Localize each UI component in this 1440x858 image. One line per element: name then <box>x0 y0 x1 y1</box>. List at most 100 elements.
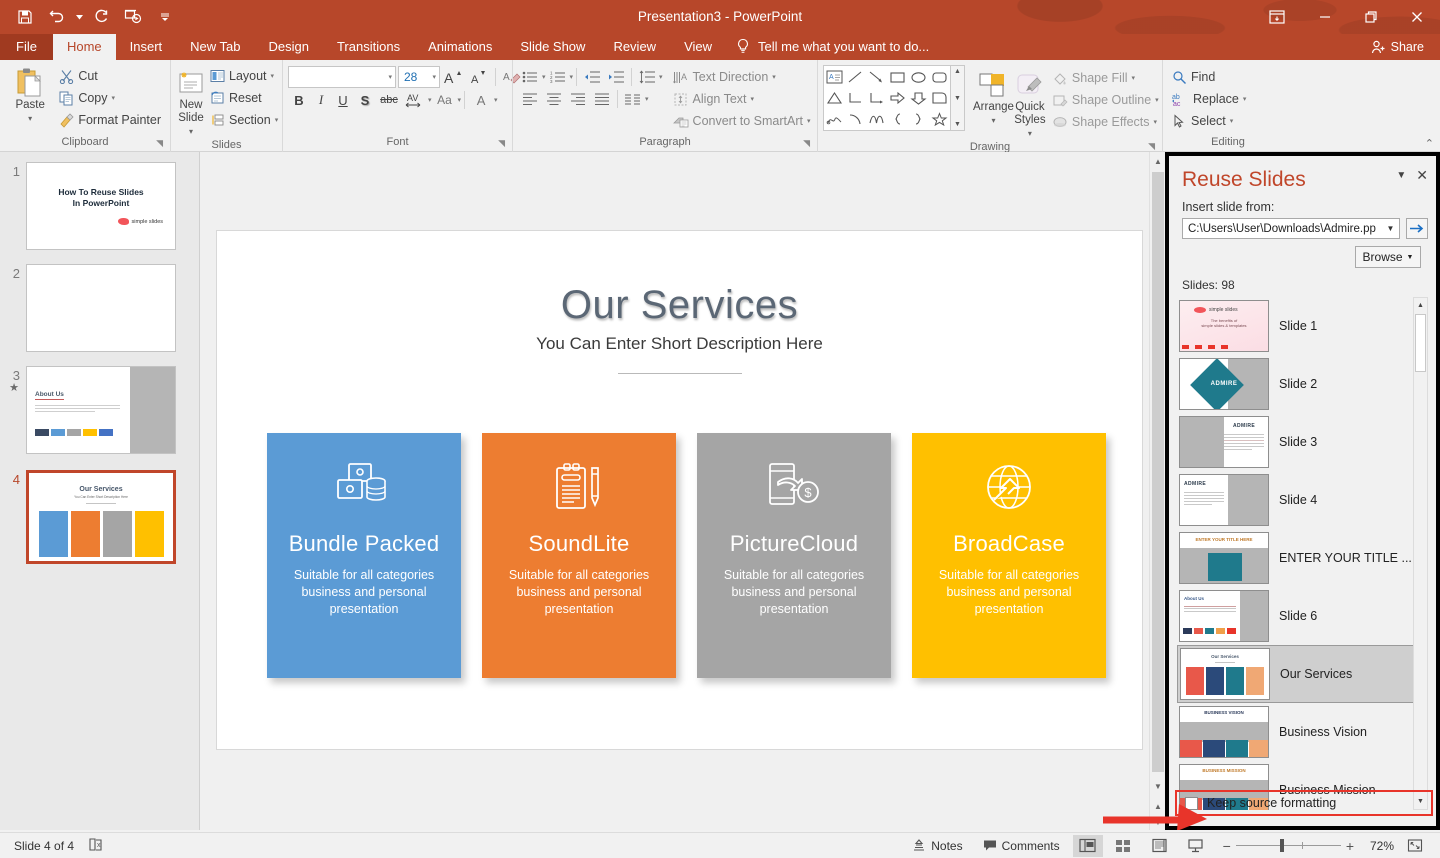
bold-button[interactable]: B <box>288 89 310 111</box>
accessibility-checker-icon[interactable]: x <box>88 837 104 855</box>
strikethrough-button[interactable]: abc <box>376 89 402 111</box>
reuse-slide-item-8[interactable]: BUSINESS VISION Business Vision <box>1177 703 1422 761</box>
zoom-handle[interactable] <box>1279 839 1284 852</box>
service-card-soundlite[interactable]: SoundLite Suitable for all categories bu… <box>482 433 676 678</box>
file-path-combobox[interactable]: C:\Users\User\Downloads\Admire.pp ▼ <box>1182 218 1400 239</box>
line-spacing-button[interactable] <box>635 66 659 88</box>
zoom-out-button[interactable]: − <box>1223 838 1231 854</box>
paste-dropdown-caret[interactable]: ▾ <box>28 112 32 125</box>
tab-slide-show[interactable]: Slide Show <box>506 34 599 60</box>
justify-button[interactable] <box>590 88 614 110</box>
scroll-up-icon[interactable]: ▲ <box>1150 152 1166 170</box>
change-case-button[interactable]: Aa <box>432 89 458 111</box>
browse-caret-icon[interactable]: ▼ <box>1407 254 1414 261</box>
go-button[interactable] <box>1406 218 1428 239</box>
scrollbar-thumb[interactable] <box>1152 172 1164 772</box>
slide-canvas[interactable]: Our Services You Can Enter Short Descrip… <box>216 230 1143 750</box>
thumbnail-2[interactable] <box>26 264 176 352</box>
restore-icon[interactable] <box>1348 0 1394 34</box>
align-text-caret[interactable]: ▾ <box>751 95 755 103</box>
reuse-slide-item-7[interactable]: Our Services Our Services <box>1177 645 1422 703</box>
notes-button[interactable]: Notes <box>905 835 969 857</box>
tab-file[interactable]: File <box>0 34 53 60</box>
reuse-scrollbar-thumb[interactable] <box>1415 314 1426 372</box>
paste-button[interactable]: Paste ▾ <box>5 63 55 125</box>
shape-fill-caret[interactable]: ▾ <box>1132 74 1136 82</box>
copy-dropdown-caret[interactable]: ▾ <box>112 94 116 102</box>
thumbnail-3[interactable]: About Us <box>26 366 176 454</box>
slide-subtitle[interactable]: You Can Enter Short Description Here <box>217 334 1142 354</box>
tab-insert[interactable]: Insert <box>116 34 177 60</box>
service-card-picturecloud[interactable]: $ PictureCloud Suitable for all categori… <box>697 433 891 678</box>
tab-animations[interactable]: Animations <box>414 34 506 60</box>
shape-effects-button[interactable]: Shape Effects ▾ <box>1048 111 1163 133</box>
font-size-caret[interactable]: ▾ <box>432 73 436 81</box>
slide-title[interactable]: Our Services <box>217 283 1142 328</box>
select-button[interactable]: Select ▾ <box>1168 110 1250 132</box>
service-card-broadcase[interactable]: BroadCase Suitable for all categories bu… <box>912 433 1106 678</box>
line-spacing-caret[interactable]: ▾ <box>659 73 663 81</box>
share-button[interactable]: Share <box>1363 36 1432 58</box>
align-left-button[interactable] <box>518 88 542 110</box>
tab-design[interactable]: Design <box>255 34 323 60</box>
font-dialog-launcher[interactable]: ◥ <box>498 136 505 151</box>
slide-indicator[interactable]: Slide 4 of 4 <box>14 839 74 853</box>
section-button[interactable]: Section ▾ <box>206 109 282 131</box>
reuse-slide-list[interactable]: simple slides The benefits of simple slid… <box>1177 297 1422 810</box>
reuse-slide-item-6[interactable]: About Us Slide 6 <box>1177 587 1422 645</box>
tab-home[interactable]: Home <box>52 34 116 60</box>
tell-me-box[interactable]: Tell me what you want to do... <box>732 34 929 60</box>
arrange-caret[interactable]: ▾ <box>991 114 995 127</box>
shapes-scroll-down-icon[interactable]: ▼ <box>954 95 961 102</box>
thumbnail-item-2[interactable]: 2 <box>0 264 176 352</box>
text-shadow-button[interactable]: S <box>354 89 376 111</box>
smartart-caret[interactable]: ▾ <box>807 117 811 125</box>
tab-new-tab[interactable]: New Tab <box>176 34 254 60</box>
reuse-list-scrollbar[interactable]: ▲ ▼ <box>1413 297 1428 810</box>
thumbnail-item-4[interactable]: 4 Our Services You Can Enter Short Descr… <box>0 470 176 564</box>
shapes-gallery-scroll[interactable]: ▲ ▼ ▼ <box>951 65 965 131</box>
shapes-gallery[interactable]: A <box>823 65 951 131</box>
reuse-slide-item-4[interactable]: ADMIRE Slide 4 <box>1177 471 1422 529</box>
font-name-input[interactable]: ▾ <box>288 66 396 88</box>
align-text-button[interactable]: Align Text ▾ <box>669 88 815 110</box>
align-right-button[interactable] <box>566 88 590 110</box>
fit-to-window-icon[interactable] <box>1400 835 1430 857</box>
close-icon[interactable] <box>1394 0 1440 34</box>
thumbnail-item-1[interactable]: 1 How To Reuse Slides In PowerPoint simp… <box>0 162 176 250</box>
comments-button[interactable]: Comments <box>976 835 1067 857</box>
cut-button[interactable]: Cut <box>55 65 165 87</box>
change-case-caret[interactable]: ▾ <box>458 96 462 104</box>
shape-effects-caret[interactable]: ▾ <box>1154 118 1158 126</box>
service-card-bundle-packed[interactable]: Bundle Packed Suitable for all categorie… <box>267 433 461 678</box>
reset-button[interactable]: Reset <box>206 87 282 109</box>
replace-button[interactable]: ab ac Replace ▾ <box>1168 88 1250 110</box>
bullets-button[interactable] <box>518 66 542 88</box>
reuse-slide-item-2[interactable]: ADMIRE Slide 2 <box>1177 355 1422 413</box>
shape-fill-button[interactable]: Shape Fill ▾ <box>1048 67 1163 89</box>
zoom-in-button[interactable]: + <box>1346 838 1354 854</box>
font-name-caret[interactable]: ▾ <box>388 73 392 81</box>
ribbon-display-options-icon[interactable] <box>1252 0 1302 34</box>
columns-caret[interactable]: ▾ <box>645 95 649 103</box>
paragraph-dialog-launcher[interactable]: ◥ <box>803 136 810 151</box>
new-slide-button[interactable]: New Slide ▾ <box>176 63 206 138</box>
browse-button[interactable]: Browse ▼ <box>1355 246 1421 268</box>
increase-indent-button[interactable] <box>604 66 628 88</box>
shapes-scroll-up-icon[interactable]: ▲ <box>954 68 961 75</box>
thumbnail-4[interactable]: Our Services You Can Enter Short Descrip… <box>26 470 176 564</box>
slide-sorter-icon[interactable] <box>1109 835 1139 857</box>
find-button[interactable]: Find <box>1168 66 1250 88</box>
scroll-down-icon[interactable]: ▼ <box>1150 777 1166 795</box>
select-caret[interactable]: ▾ <box>1230 117 1234 125</box>
reuse-slide-item-3[interactable]: ADMIRE Slide 3 <box>1177 413 1422 471</box>
reading-view-icon[interactable] <box>1145 835 1175 857</box>
replace-caret[interactable]: ▾ <box>1243 95 1247 103</box>
format-painter-button[interactable]: Format Painter <box>55 109 165 131</box>
reuse-slide-item-5[interactable]: ENTER YOUR TITLE HERE ENTER YOUR TITLE .… <box>1177 529 1422 587</box>
zoom-level-label[interactable]: 72% <box>1360 839 1394 853</box>
character-spacing-button[interactable]: AV <box>402 89 428 111</box>
reuse-scroll-up-icon[interactable]: ▲ <box>1414 298 1427 313</box>
tab-transitions[interactable]: Transitions <box>323 34 414 60</box>
shape-outline-caret[interactable]: ▾ <box>1155 96 1159 104</box>
